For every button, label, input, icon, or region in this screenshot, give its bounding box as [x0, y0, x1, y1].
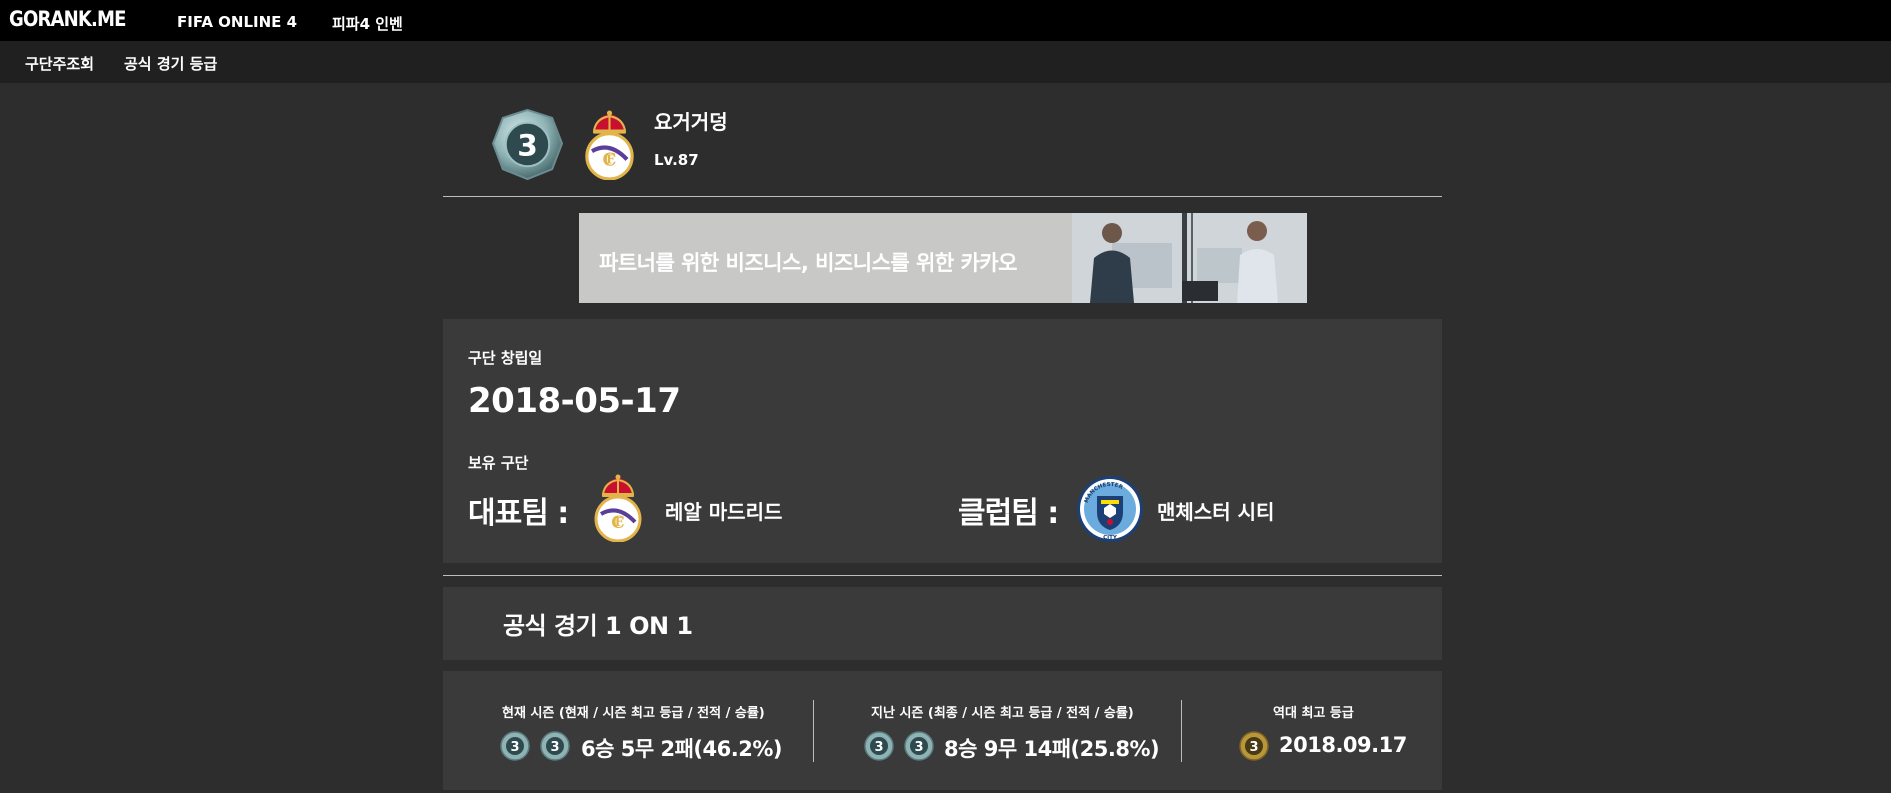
all-time-best-rank-badge-icon: 3	[1239, 731, 1269, 761]
last-best-rank-badge-icon: 3	[904, 731, 934, 761]
founded-date: 2018-05-17	[468, 381, 681, 421]
last-final-rank-badge-icon: 3	[864, 731, 894, 761]
svg-text:CITY: CITY	[1103, 535, 1118, 541]
last-season-header: 지난 시즌 (최종 / 시즌 최고 등급 / 전적 / 승률)	[871, 706, 1134, 721]
real-madrid-crest-icon: C F	[594, 474, 642, 542]
top-navbar: GORANK.ME FIFA ONLINE 4 피파4 인벤	[0, 0, 1891, 41]
owner-level: Lv.87	[654, 151, 699, 169]
season-best-rank-badge-icon: 3	[540, 731, 570, 761]
svg-text:3: 3	[550, 740, 559, 755]
founded-label: 구단 창립일	[468, 349, 543, 367]
subnav-official-rank[interactable]: 공식 경기 등급	[124, 53, 217, 74]
nav-fifa-online-4[interactable]: FIFA ONLINE 4	[177, 13, 297, 31]
current-rank-badge-icon: 3	[500, 731, 530, 761]
rank-badge-icon: 3	[491, 108, 564, 181]
stat-separator	[813, 700, 814, 762]
main-team-name: 레알 마드리드	[665, 500, 783, 524]
subnav-owner-search[interactable]: 구단주조회	[25, 53, 94, 74]
manchester-city-crest-icon: MANCHESTER CITY	[1077, 476, 1143, 542]
last-season-record: 8승 9무 14패(25.8%)	[944, 737, 1160, 761]
club-team-label: 클럽팀 :	[958, 496, 1059, 531]
stat-separator	[1181, 700, 1182, 762]
owned-teams-label: 보유 구단	[468, 454, 529, 472]
match-stats-panel	[443, 671, 1442, 790]
current-season-header: 현재 시즌 (현재 / 시즌 최고 등급 / 전적 / 승률)	[502, 706, 765, 721]
ad-text: 파트너를 위한 비즈니스, 비즈니스를 위한 카카오	[599, 251, 1017, 275]
match-title: 공식 경기 1 ON 1	[503, 612, 693, 640]
sub-navbar: 구단주조회 공식 경기 등급	[0, 41, 1891, 83]
all-time-header: 역대 최고 등급	[1273, 706, 1354, 721]
svg-text:F: F	[606, 152, 615, 167]
svg-text:3: 3	[1249, 740, 1258, 755]
ad-people-photo-icon	[1072, 213, 1307, 303]
profile-divider	[443, 196, 1442, 197]
svg-text:3: 3	[874, 740, 883, 755]
all-time-best-date: 2018.09.17	[1279, 733, 1407, 757]
club-team-name: 맨체스터 시티	[1157, 500, 1275, 524]
svg-text:3: 3	[914, 740, 923, 755]
owner-name: 요거거덩	[654, 110, 728, 134]
svg-text:3: 3	[510, 740, 519, 755]
main-team-label: 대표팀 :	[468, 496, 569, 531]
site-logo[interactable]: GORANK.ME	[9, 7, 126, 31]
ad-banner[interactable]: 파트너를 위한 비즈니스, 비즈니스를 위한 카카오	[579, 213, 1307, 303]
ad-photo	[1072, 213, 1307, 303]
section-divider	[443, 575, 1442, 576]
svg-text:F: F	[615, 515, 624, 529]
current-season-record: 6승 5무 2패(46.2%)	[581, 737, 782, 761]
svg-text:3: 3	[517, 128, 538, 162]
nav-fifa4-inven[interactable]: 피파4 인벤	[332, 13, 403, 34]
real-madrid-crest-icon: C F	[585, 110, 634, 180]
